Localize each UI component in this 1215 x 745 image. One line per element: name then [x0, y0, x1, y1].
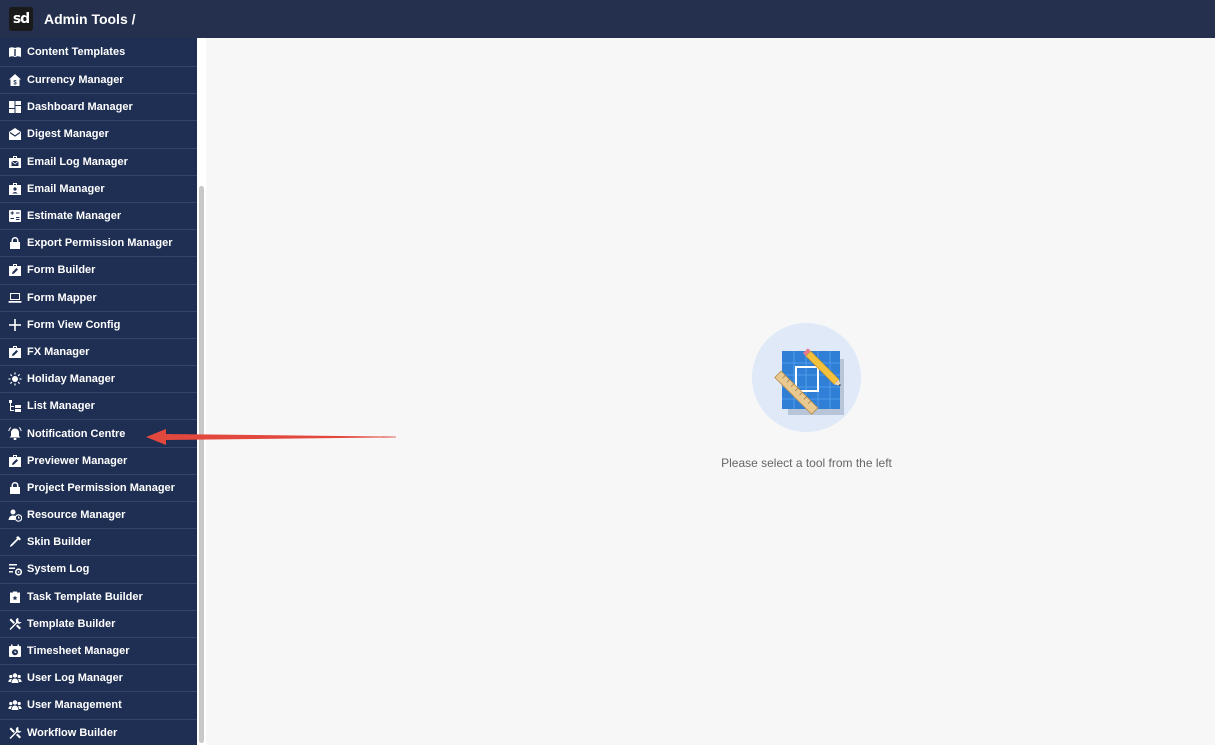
sidebar-item-label: Project Permission Manager [27, 481, 175, 494]
sidebar-item-label: Holiday Manager [27, 373, 116, 386]
sidebar-item-label: Email Manager [27, 182, 105, 195]
sidebar-item-label: Skin Builder [27, 536, 92, 549]
eyedropper-icon [7, 535, 22, 550]
sun-icon [7, 372, 22, 387]
tools-icon [7, 725, 22, 740]
sidebar-item-email-manager[interactable]: Email Manager [0, 176, 197, 203]
sidebar-item-label: Digest Manager [27, 128, 109, 141]
list-gear-icon [7, 562, 22, 577]
sidebar-item-export-permission-manager[interactable]: Export Permission Manager [0, 230, 197, 258]
lock-icon [7, 236, 22, 251]
sidebar-item-label: Form View Config [27, 318, 121, 331]
annotation-arrow [146, 429, 396, 445]
briefcase-pencil-icon [7, 344, 22, 359]
sidebar-item-label: User Management [27, 699, 122, 712]
sidebar-item-label: Template Builder [27, 617, 116, 630]
sidebar-item-task-template-builder[interactable]: Task Template Builder [0, 584, 197, 611]
sidebar-item-previewer-manager[interactable]: Previewer Manager [0, 448, 197, 475]
sidebar-item-form-builder[interactable]: Form Builder [0, 257, 197, 285]
sidebar-item-project-permission-manager[interactable]: Project Permission Manager [0, 475, 197, 502]
plus-icon [7, 317, 22, 332]
sidebar-item-label: User Log Manager [27, 672, 123, 685]
sidebar-item-system-log[interactable]: System Log [0, 556, 197, 584]
sidebar-item-dashboard-manager[interactable]: Dashboard Manager [0, 94, 197, 122]
top-bar: sd Admin Tools / [0, 0, 1215, 38]
users-icon [7, 671, 22, 686]
bell-ringing-icon [7, 426, 22, 441]
laptop-icon [7, 290, 22, 305]
page-title: Admin Tools / [44, 11, 136, 27]
sidebar-item-label: Notification Centre [27, 427, 126, 440]
sidebar-item-label: Form Builder [27, 264, 96, 277]
sidebar-item-estimate-manager[interactable]: Estimate Manager [0, 203, 197, 231]
empty-state-text: Please select a tool from the left [721, 456, 892, 470]
book-open-icon [7, 45, 22, 60]
sidebar-item-content-templates[interactable]: Content Templates [0, 38, 197, 67]
sidebar-item-label: Timesheet Manager [27, 645, 130, 658]
sidebar-item-form-mapper[interactable]: Form Mapper [0, 285, 197, 312]
sidebar-item-currency-manager[interactable]: $ Currency Manager [0, 67, 197, 95]
users-icon [7, 698, 22, 713]
sidebar-item-label: Resource Manager [27, 509, 126, 522]
sidebar-item-fx-manager[interactable]: FX Manager [0, 339, 197, 367]
sidebar-item-label: System Log [27, 563, 90, 576]
sidebar-item-timesheet-manager[interactable]: Timesheet Manager [0, 638, 197, 666]
sidebar-item-label: List Manager [27, 400, 95, 413]
calendar-clock-icon [7, 644, 22, 659]
sidebar-item-label: Export Permission Manager [27, 237, 173, 250]
briefcase-pencil-icon [7, 453, 22, 468]
sidebar-item-label: Dashboard Manager [27, 101, 133, 114]
briefcase-user-icon [7, 181, 22, 196]
clipboard-icon [7, 589, 22, 604]
sidebar-item-email-log-manager[interactable]: Email Log Manager [0, 149, 197, 176]
sidebar-item-user-log-manager[interactable]: User Log Manager [0, 665, 197, 693]
envelope-open-icon [7, 127, 22, 142]
sidebar-item-label: FX Manager [27, 345, 90, 358]
sidebar-item-resource-manager[interactable]: Resource Manager [0, 502, 197, 530]
sidebar-item-label: Workflow Builder [27, 726, 118, 739]
user-clock-icon [7, 508, 22, 523]
briefcase-envelope-icon [7, 154, 22, 169]
sidebar-item-template-builder[interactable]: Template Builder [0, 611, 197, 638]
sidebar-item-skin-builder[interactable]: Skin Builder [0, 529, 197, 557]
sidebar: Content Templates $ Currency Manager Dashbo… [0, 38, 197, 745]
briefcase-pencil-icon [7, 263, 22, 278]
sidebar-scrollbar-thumb[interactable] [199, 186, 204, 743]
sidebar-item-form-view-config[interactable]: Form View Config [0, 312, 197, 339]
sidebar-item-label: Email Log Manager [27, 155, 128, 168]
sidebar-item-label: Estimate Manager [27, 210, 122, 223]
dashboard-grid-icon [7, 100, 22, 115]
sidebar-item-label: Currency Manager [27, 74, 124, 87]
calculator-icon [7, 209, 22, 224]
tools-icon [7, 616, 22, 631]
app-logo[interactable]: sd [9, 7, 33, 31]
sidebar-item-label: Content Templates [27, 46, 126, 58]
blueprint-ruler-pencil-icon [752, 323, 861, 432]
sidebar-item-digest-manager[interactable]: Digest Manager [0, 121, 197, 149]
sidebar-item-label: Task Template Builder [27, 590, 143, 603]
lock-icon [7, 480, 22, 495]
sidebar-item-holiday-manager[interactable]: Holiday Manager [0, 366, 197, 394]
sidebar-item-label: Form Mapper [27, 291, 97, 304]
sidebar-item-workflow-builder[interactable]: Workflow Builder [0, 720, 197, 745]
sidebar-item-label: Previewer Manager [27, 454, 128, 467]
sidebar-scrollbar[interactable] [197, 38, 206, 745]
sidebar-item-user-management[interactable]: User Management [0, 692, 197, 720]
main-content: Please select a tool from the left [206, 38, 1215, 745]
house-dollar-icon: $ [7, 73, 22, 88]
tree-list-icon [7, 399, 22, 414]
sidebar-item-list-manager[interactable]: List Manager [0, 393, 197, 421]
